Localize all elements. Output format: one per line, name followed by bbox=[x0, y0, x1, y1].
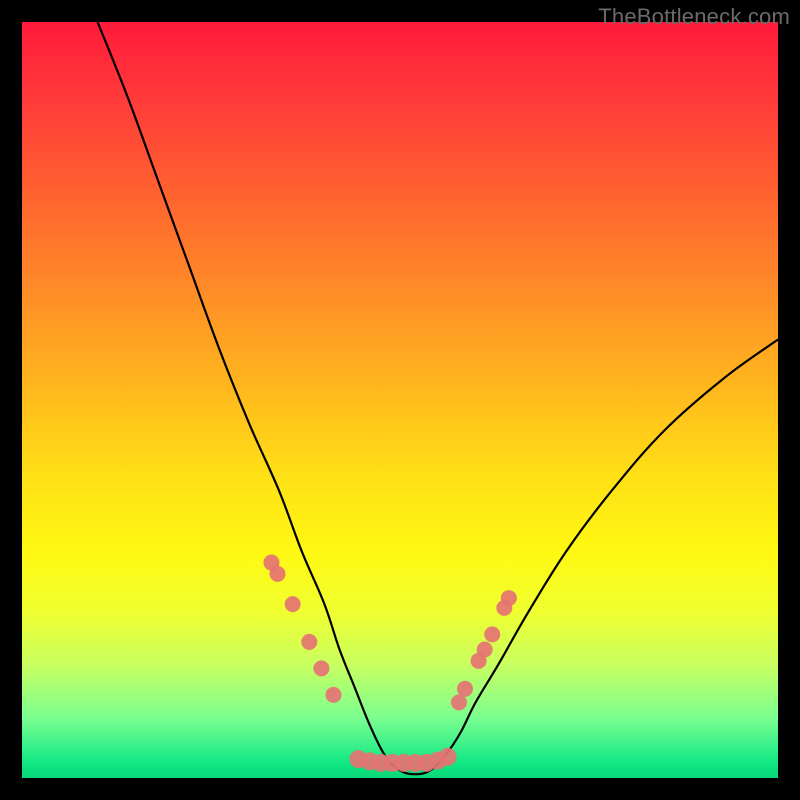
data-marker bbox=[484, 626, 500, 642]
data-marker bbox=[313, 660, 329, 676]
data-marker bbox=[325, 687, 341, 703]
data-marker bbox=[457, 681, 473, 697]
data-marker bbox=[451, 694, 467, 710]
marker-group bbox=[263, 555, 516, 772]
chart-frame: TheBottleneck.com bbox=[0, 0, 800, 800]
data-marker bbox=[301, 634, 317, 650]
data-marker bbox=[270, 566, 286, 582]
data-marker bbox=[501, 590, 517, 606]
data-marker bbox=[439, 748, 457, 766]
data-marker bbox=[285, 596, 301, 612]
data-marker bbox=[477, 641, 493, 657]
chart-overlay bbox=[22, 22, 778, 778]
bottleneck-curve bbox=[98, 22, 778, 774]
